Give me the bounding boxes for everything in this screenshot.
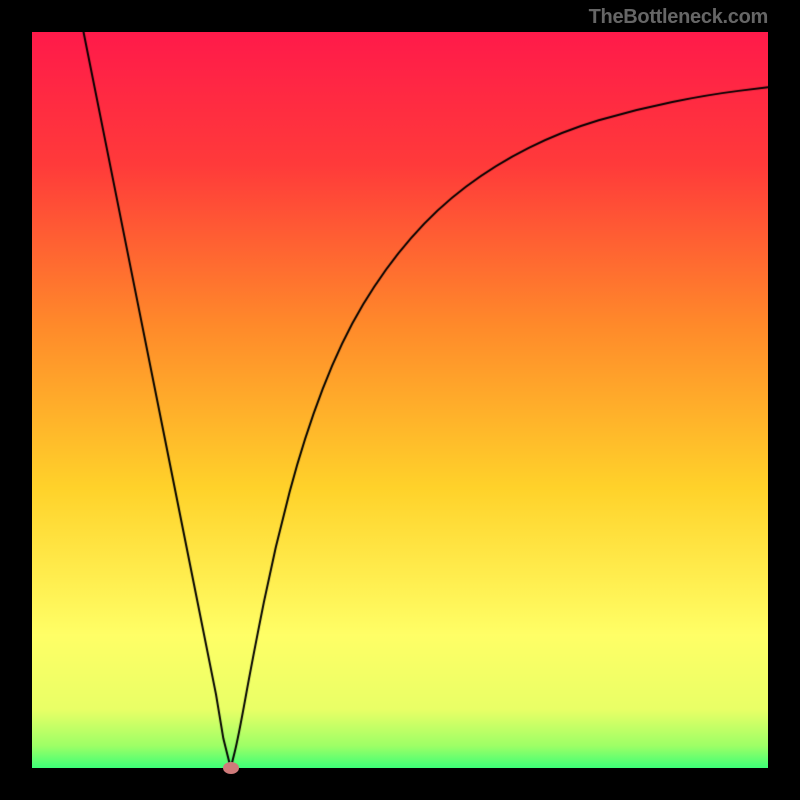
chart-stage: TheBottleneck.com xyxy=(0,0,800,800)
bottleneck-curve xyxy=(32,32,768,768)
watermark-text: TheBottleneck.com xyxy=(589,6,768,29)
minimum-marker xyxy=(223,762,239,774)
